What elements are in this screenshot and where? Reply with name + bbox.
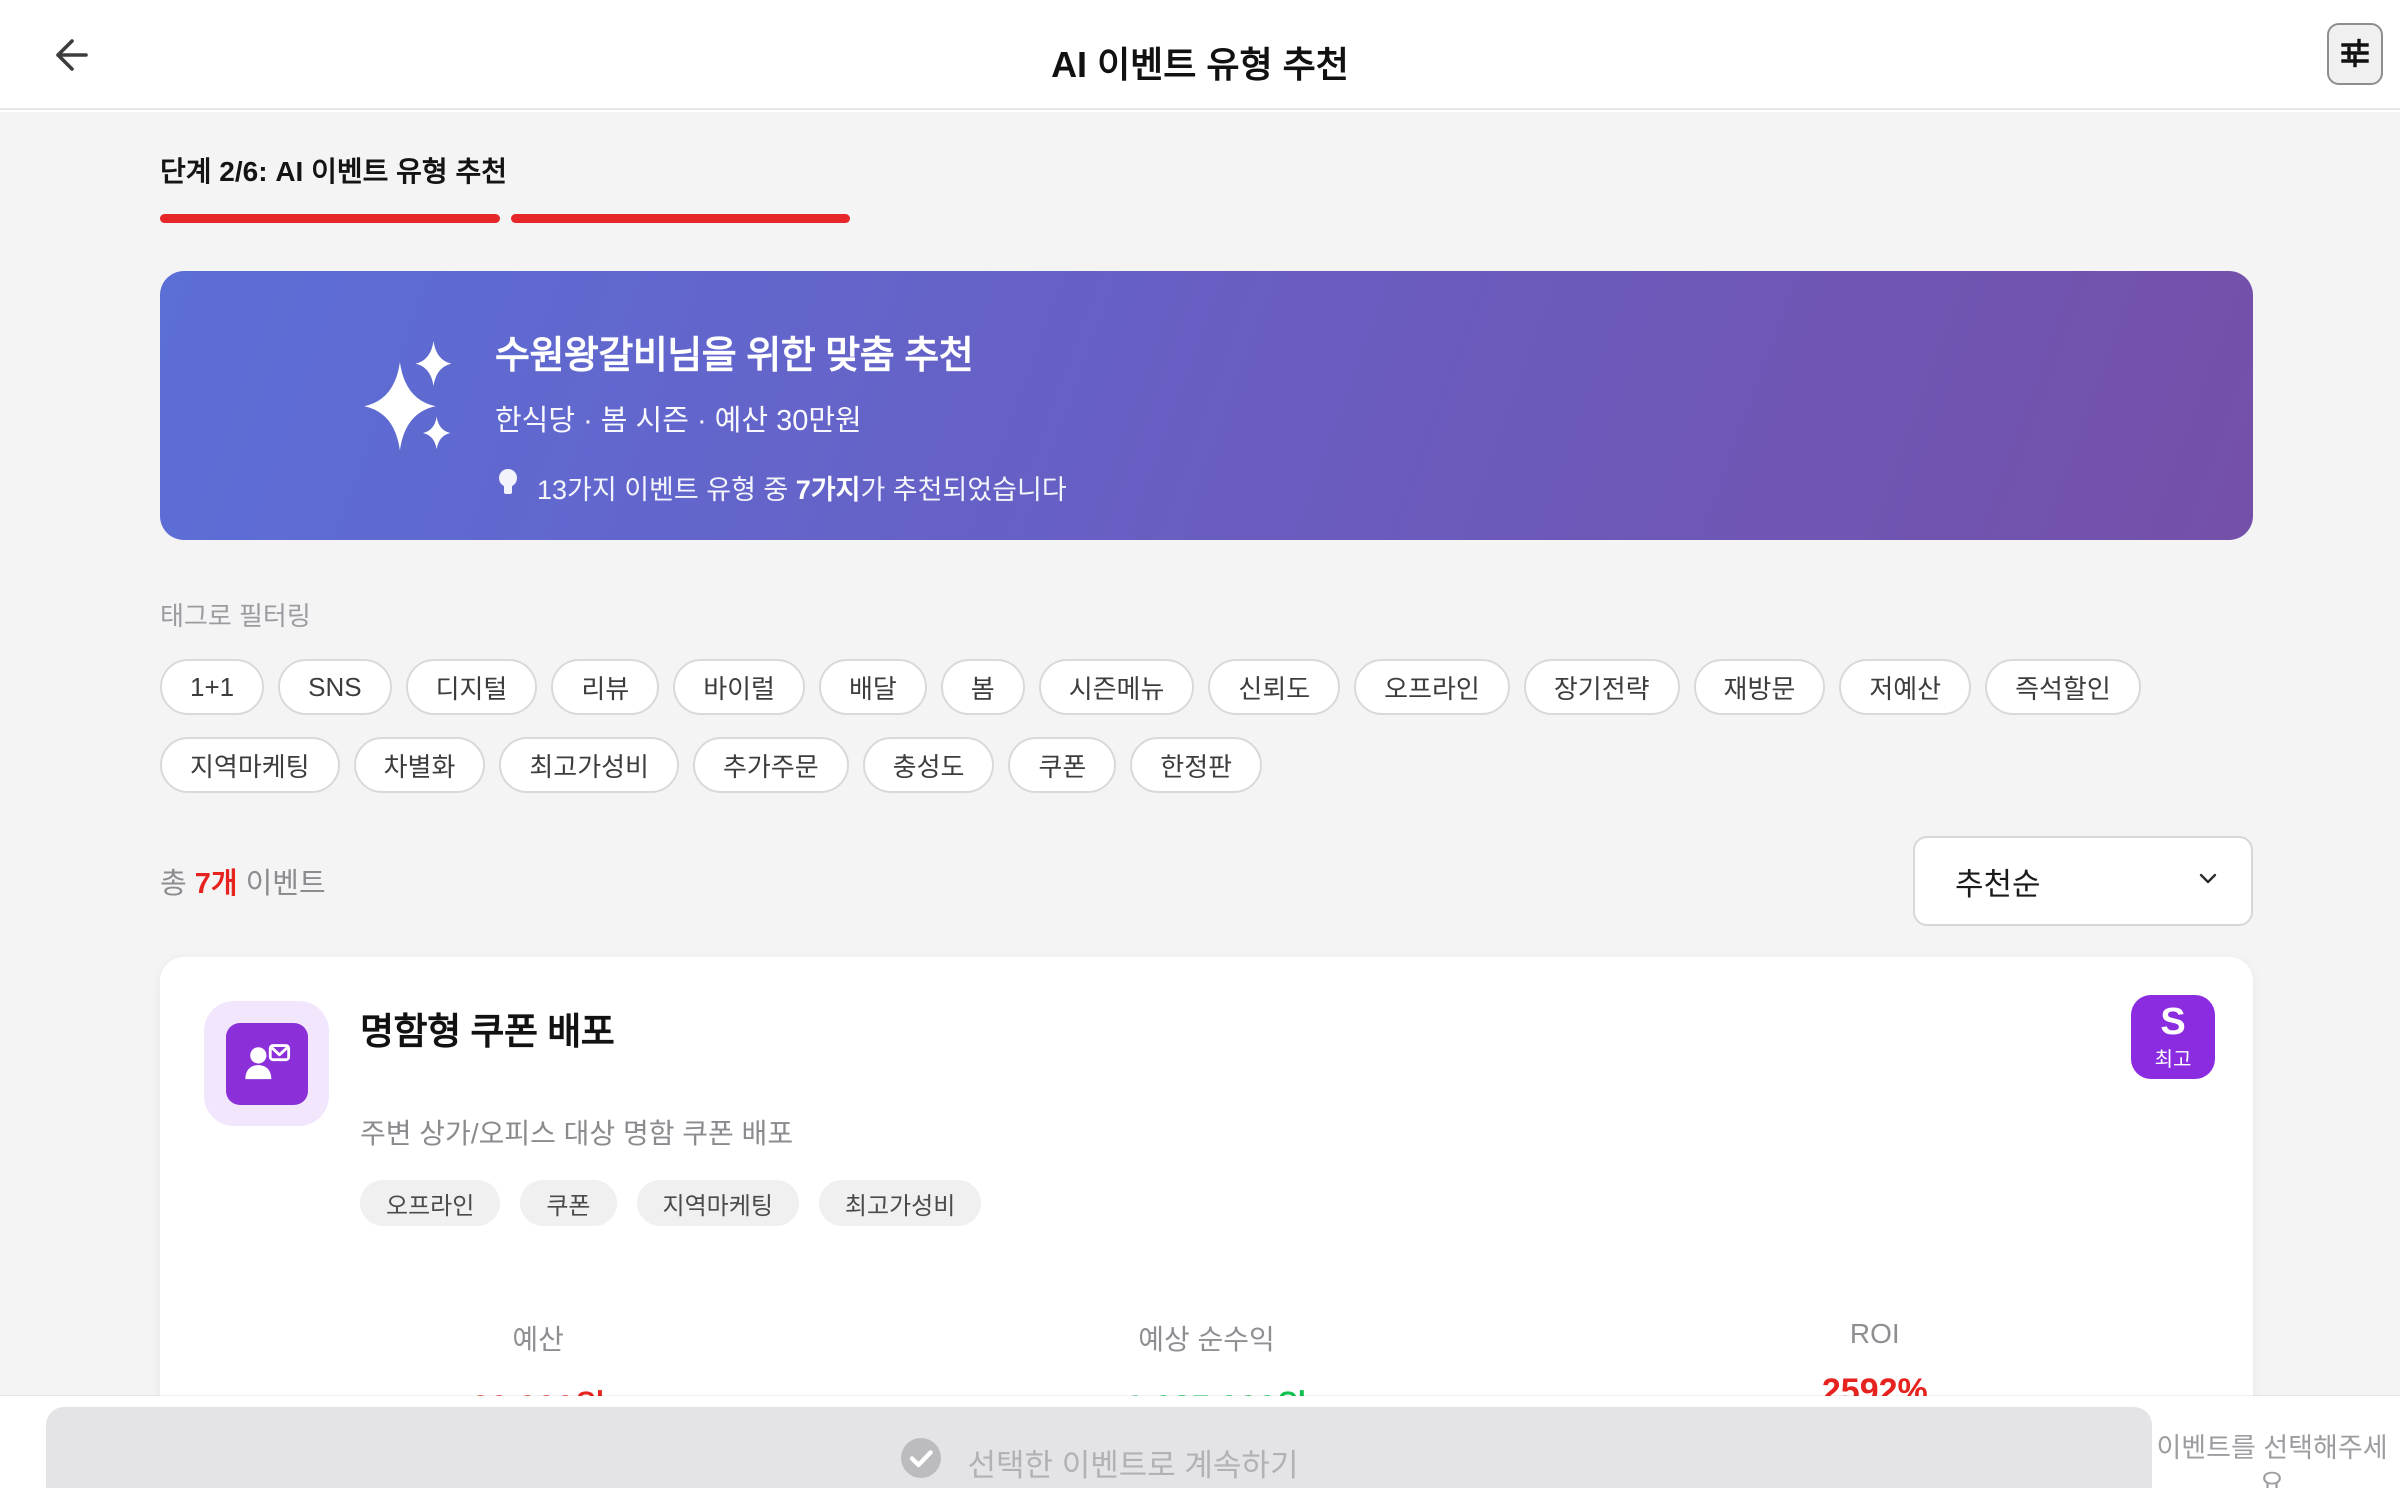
- banner-note: 13가지 이벤트 유형 중 7가지가 추천되었습니다: [495, 467, 2253, 508]
- results-count: 총 7개 이벤트: [160, 868, 326, 900]
- filter-tag-chip[interactable]: 1+1: [160, 659, 265, 715]
- filter-tag-chip[interactable]: 배달: [818, 659, 927, 715]
- event-icon-tile: [204, 1001, 329, 1126]
- results-row: 총 7개 이벤트 추천순: [160, 835, 2253, 927]
- content-area: 단계 2/6: AI 이벤트 유형 추천 수원왕갈비님을 위한 맞춤 추천 한식…: [0, 112, 2400, 1488]
- filter-tag-chip[interactable]: 리뷰: [551, 659, 660, 715]
- tag-filter-label: 태그로 필터링: [160, 601, 311, 631]
- bottom-bar: 선택한 이벤트로 계속하기 이벤트를 선택해주세요: [0, 1396, 2400, 1488]
- sort-dropdown[interactable]: 추천순: [1913, 836, 2253, 926]
- check-circle-icon: [900, 1437, 942, 1487]
- grade-label: 최고: [2154, 1048, 2192, 1071]
- event-tag: 최고가성비: [818, 1180, 982, 1226]
- filter-tag-chip[interactable]: 시즌메뉴: [1038, 659, 1195, 715]
- continue-button-label: 선택한 이벤트로 계속하기: [967, 1447, 1299, 1483]
- filter-tag-chip[interactable]: 장기전략: [1523, 659, 1680, 715]
- filter-tag-chip[interactable]: 바이럴: [673, 659, 805, 715]
- event-card-text: 명함형 쿠폰 배포 주변 상가/오피스 대상 명함 쿠폰 배포 오프라인 쿠폰 …: [360, 1001, 2209, 1226]
- chevron-down-icon: [2195, 863, 2221, 899]
- filter-tag-chip[interactable]: 디지털: [405, 659, 538, 715]
- grade-badge: S 최고: [2131, 995, 2215, 1079]
- filter-tag-chip[interactable]: 충성도: [862, 737, 995, 793]
- filter-tag-chip[interactable]: 한정판: [1130, 737, 1263, 793]
- banner-subtitle: 한식당 · 봄 시즌 · 예산 30만원: [495, 405, 862, 437]
- sort-selected-value: 추천순: [1955, 866, 2041, 902]
- event-tag: 지역마케팅: [636, 1180, 799, 1226]
- banner-note-text: 13가지 이벤트 유형 중 7가지가 추천되었습니다: [537, 475, 1067, 505]
- filter-tag-chip[interactable]: 최고가성비: [499, 737, 679, 793]
- progress-track: [160, 214, 2253, 223]
- filter-tag-chip[interactable]: 지역마케팅: [160, 737, 340, 793]
- header: AI 이벤트 유형 추천: [0, 0, 2400, 110]
- results-count-number: 7개: [194, 868, 238, 900]
- tag-filter-chips: 1+1 SNS 디지털 리뷰 바이럴 배달 봄 시즌메뉴 신뢰도 오프라인 장기…: [160, 659, 2253, 793]
- progress-segment: [1212, 214, 1552, 223]
- continue-button[interactable]: 선택한 이벤트로 계속하기: [46, 1407, 2152, 1488]
- progress-segment: [510, 214, 851, 223]
- lightbulb-icon: [495, 467, 521, 508]
- sparkles-icon: [360, 327, 465, 477]
- filter-tag-chip[interactable]: 봄: [940, 659, 1025, 715]
- filter-tag-chip[interactable]: 신뢰도: [1208, 659, 1341, 715]
- filter-tag-chip[interactable]: 즉석할인: [1985, 659, 2141, 715]
- select-event-hint: 이벤트를 선택해주세요: [2156, 1433, 2388, 1488]
- event-tag: 쿠폰: [520, 1180, 617, 1226]
- filter-tag-chip[interactable]: 차별화: [353, 737, 486, 793]
- filter-tag-chip[interactable]: 저예산: [1839, 659, 1972, 715]
- grade-letter: S: [2160, 1000, 2186, 1043]
- progress-segment: [160, 214, 500, 223]
- event-card-head: 명함형 쿠폰 배포 주변 상가/오피스 대상 명함 쿠폰 배포 오프라인 쿠폰 …: [204, 1001, 2209, 1226]
- event-tag: 오프라인: [360, 1180, 501, 1226]
- filter-tag-chip[interactable]: 오프라인: [1354, 659, 1510, 715]
- progress-segment: [1563, 214, 1903, 223]
- banner-title: 수원왕갈비님을 위한 맞춤 추천: [495, 335, 974, 377]
- event-tags: 오프라인 쿠폰 지역마케팅 최고가성비: [360, 1180, 2209, 1226]
- filter-tag-chip[interactable]: 쿠폰: [1008, 737, 1117, 793]
- filter-sliders-icon: [2338, 36, 2372, 73]
- step-label: 단계 2/6: AI 이벤트 유형 추천: [160, 156, 507, 187]
- event-description: 주변 상가/오피스 대상 명함 쿠폰 배포: [360, 1118, 794, 1149]
- filter-tag-chip[interactable]: 추가주문: [692, 737, 849, 793]
- page-title: AI 이벤트 유형 추천: [1051, 44, 1349, 85]
- progress-segment: [861, 214, 1201, 223]
- event-title: 명함형 쿠폰 배포: [360, 1011, 615, 1052]
- filter-tag-chip[interactable]: 재방문: [1693, 659, 1826, 715]
- filter-tag-chip[interactable]: SNS: [278, 659, 392, 715]
- business-card-coupon-icon: [225, 1022, 308, 1105]
- recommendation-banner: 수원왕갈비님을 위한 맞춤 추천 한식당 · 봄 시즌 · 예산 30만원 13…: [160, 271, 2253, 540]
- filter-settings-button[interactable]: [2327, 23, 2383, 85]
- progress-segment: [1913, 214, 2253, 223]
